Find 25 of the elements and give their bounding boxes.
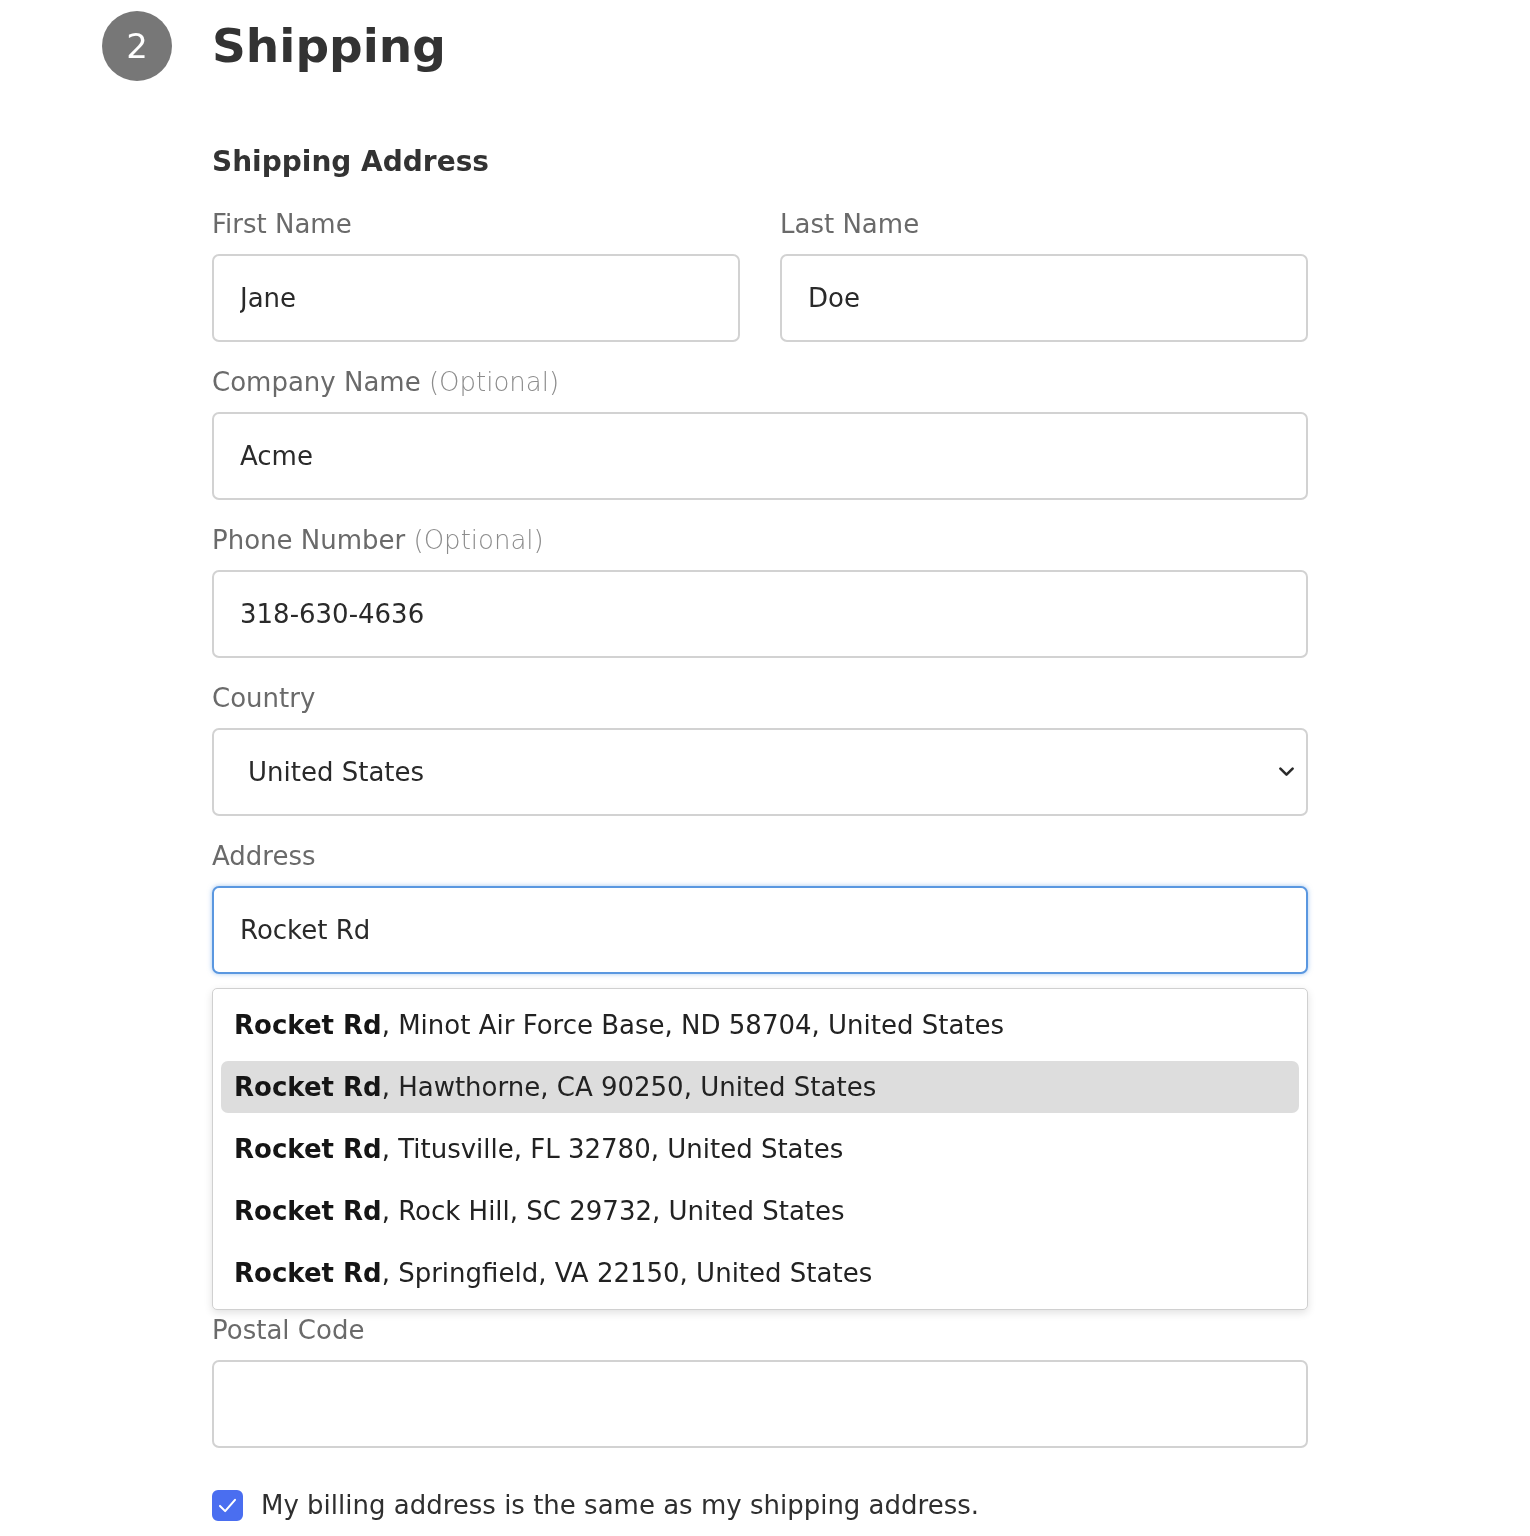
text-field[interactable]: 318-630-4636 [212,570,1308,658]
suggestion-item[interactable]: Rocket Rd, Springfield, VA 22150, United States [221,1247,1299,1299]
checkbox-label: My billing address is the same as my shipping address. [261,1489,980,1521]
select-field[interactable]: United States [212,728,1308,816]
field-label: Last Name [780,208,920,240]
field-label: Phone Number (Optional) [212,524,544,556]
step-number: 2 [102,11,172,81]
suggestion-item[interactable]: Rocket Rd, Hawthorne, CA 90250, United States [221,1061,1299,1113]
field-label: Address [212,840,316,872]
suggestion-item[interactable]: Rocket Rd, Titusville, FL 32780, United States [221,1123,1299,1175]
text-field[interactable]: Doe [780,254,1308,342]
field-label: Country [212,682,316,714]
section-title: Shipping Address [212,145,489,179]
suggestion-item[interactable]: Rocket Rd, Rock Hill, SC 29732, United States [221,1185,1299,1237]
checkbox[interactable] [212,1489,243,1521]
chevron-down-icon [1279,767,1294,777]
text-field[interactable]: Rocket Rd [212,886,1308,974]
field-label: Postal Code [212,1314,365,1346]
text-field[interactable] [212,1360,1308,1448]
checkmark-icon [218,1497,237,1513]
field-label: Company Name (Optional) [212,366,560,398]
page-title: Shipping [212,18,446,74]
text-field[interactable]: Acme [212,412,1308,500]
field-label: First Name [212,208,352,240]
suggestion-item[interactable]: Rocket Rd, Minot Air Force Base, ND 58704, United States [221,999,1299,1051]
